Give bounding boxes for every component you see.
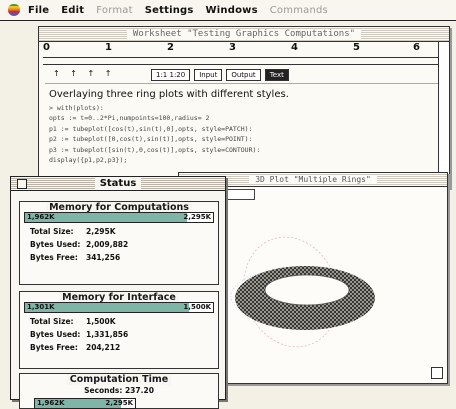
ruler-label: 4 [291,42,298,53]
menu-settings[interactable]: Settings [145,5,194,16]
stat-value: 2,295K [86,227,116,236]
menu-edit[interactable]: Edit [61,5,84,16]
computation-time-value: Seconds: 237.20 [20,386,218,395]
bar-total-label: 1,500K [183,303,211,311]
apple-menu-icon[interactable] [8,4,20,16]
stat-value: 2,009,882 [86,240,129,249]
code-line: > with(plots): [49,103,104,112]
worksheet-title: Worksheet "Testing Graphics Computations… [126,29,362,39]
stat-row: Total Size: 2,295K [20,227,218,236]
worksheet-toolbar: ↑ ↑ ↑ ↑ 1:1 1:20 Input Output Text [45,67,443,84]
plot-title: 3D Plot "Multiple Rings" [249,175,377,184]
menu-format[interactable]: Format [96,5,132,16]
bar-used-label: 1,962K [37,399,65,407]
memory-mini-bar: 1,962K 2,295K [34,398,136,409]
menu-bar: File Edit Format Settings Windows Comman… [0,0,456,21]
code-line: display({p1,p2,p3}); [49,156,128,164]
stat-key: Bytes Used: [30,330,81,339]
worksheet-content[interactable]: Overlaying three ring plots with differe… [49,89,439,166]
memory-computations-group: Memory for Computations 1,962K 2,295K To… [19,201,219,285]
memory-computations-bar: 1,962K 2,295K [24,212,214,223]
status-title: Status [94,178,142,189]
ruler-label: 2 [167,42,174,53]
menu-file[interactable]: File [28,5,49,16]
output-button[interactable]: Output [226,69,261,81]
stat-value: 1,500K [86,317,116,326]
stat-key: Total Size: [30,227,74,236]
worksheet-heading: Overlaying three ring plots with differe… [49,89,289,100]
stat-value: 204,212 [86,343,121,352]
worksheet-window: Worksheet "Testing Graphics Computations… [38,26,450,188]
code-line: p2 := tubeplot([0,cos(t),sin(t)],opts, s… [49,135,253,143]
stat-key: Bytes Free: [30,253,78,262]
ring-hole [264,274,350,306]
ruler: 0 1 2 3 4 5 6 [43,42,445,65]
stat-value: 237.20 [124,386,154,395]
ruler-label: 0 [43,42,50,53]
ruler-label: 1 [105,42,112,53]
ruler-label: 3 [229,42,236,53]
code-line: p3 := tubeplot([sin(t),0,cos(t)],opts, s… [49,145,261,154]
bar-used-label: 1,962K [27,213,55,221]
input-button[interactable]: Input [194,69,223,81]
stat-key: Bytes Used: [30,240,81,249]
bar-used-label: 1,301K [27,303,55,311]
memory-interface-group: Memory for Interface 1,301K 1,500K Total… [19,291,219,369]
zoom-button[interactable]: 1:1 1:20 [151,69,191,81]
worksheet-title-bar[interactable]: Worksheet "Testing Graphics Computations… [39,27,449,42]
menu-commands[interactable]: Commands [270,5,328,16]
group-title: Computation Time [66,374,172,385]
status-title-bar[interactable]: Status [11,177,225,191]
worksheet-scrollbar[interactable] [438,42,449,187]
stat-key: Bytes Free: [30,343,78,352]
text-button[interactable]: Text [264,69,289,81]
memory-interface-bar: 1,301K 1,500K [24,302,214,313]
bar-total-label: 2,295K [183,213,211,221]
code-line: opts := t=0..2*Pi,numpoints=100,radius= … [49,114,210,122]
status-window: Status Memory for Computations 1,962K 2,… [10,176,226,409]
bar-total-label: 2,295K [105,399,133,407]
stat-value: 1,331,856 [86,330,129,339]
code-line: p1 := tubeplot([cos(t),sin(t),0],opts, s… [49,124,253,133]
menu-windows[interactable]: Windows [206,5,258,16]
stat-row: Bytes Free: 341,256 [20,253,218,262]
stat-key: Total Size: [30,317,74,326]
tab-stops[interactable]: ↑ ↑ ↑ ↑ [53,69,115,78]
stat-key: Seconds: [84,386,123,395]
ruler-label: 5 [353,42,360,53]
stat-row: Bytes Free: 204,212 [20,343,218,352]
close-box-icon[interactable] [17,179,27,189]
stat-row: Total Size: 1,500K [20,317,218,326]
stat-row: Bytes Used: 1,331,856 [20,330,218,339]
ruler-label: 6 [413,42,420,53]
stat-row: Bytes Used: 2,009,882 [20,240,218,249]
stat-value: 341,256 [86,253,121,262]
resize-handle[interactable] [431,367,443,379]
